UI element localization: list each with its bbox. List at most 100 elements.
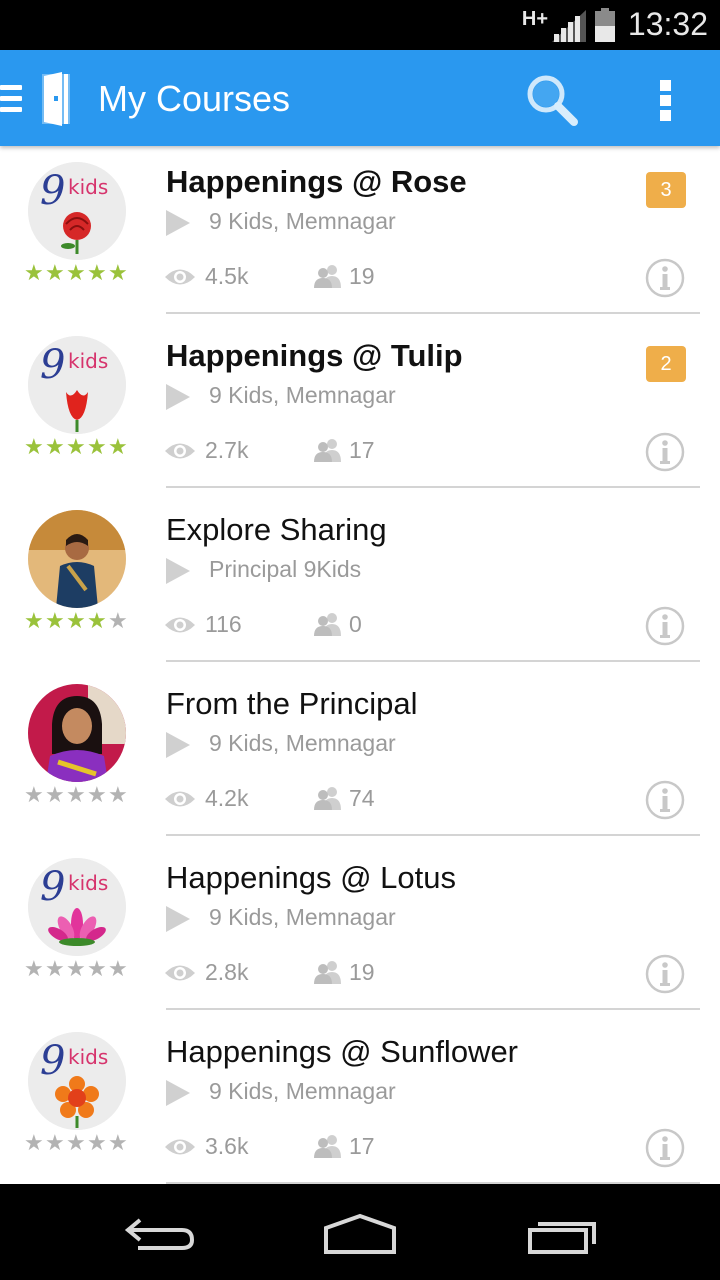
view-count: 4.5k [205,263,249,289]
course-title: From the Principal [166,686,418,721]
member-count: 19 [349,959,375,985]
info-icon[interactable] [645,606,685,646]
course-list-item[interactable]: 9 kids ★ ★ ★ ★ ★ Happenings @ Lotus 9 Kids, Memn… [0,842,720,1016]
back-icon[interactable] [124,1214,196,1254]
star-icon: ★ [24,434,44,459]
member-count: 17 [349,1133,375,1159]
rating-stars: ★ ★ ★ ★ ★ [24,608,129,634]
star-icon: ★ [108,956,128,981]
member-count: 17 [349,437,375,463]
star-icon: ★ [66,1130,86,1155]
course-title: Explore Sharing [166,512,387,547]
members-icon [314,613,341,636]
row-divider [166,834,700,836]
drawer-menu-icon[interactable] [0,85,22,113]
star-icon: ★ [108,1130,128,1155]
course-thumbnail [28,510,126,608]
members-icon [314,787,341,810]
course-title: Happenings @ Lotus [166,860,456,895]
star-icon: ★ [66,782,86,807]
course-list-item[interactable]: 9 kids ★ ★ ★ ★ ★ Happenings @ Rose 9 Kids, Memna… [0,146,720,320]
row-divider [166,312,700,314]
star-icon: ★ [66,434,86,459]
network-type: H+ [521,8,548,30]
course-thumbnail [28,684,126,782]
course-author: 9 Kids, Memnagar [209,904,396,930]
course-title: Happenings @ Tulip [166,338,463,373]
search-icon[interactable] [522,72,582,128]
eye-icon [165,1139,195,1155]
play-icon [166,1080,190,1106]
star-icon: ★ [108,434,128,459]
rating-stars: ★ ★ ★ ★ ★ [24,434,129,460]
members-icon [314,1135,341,1158]
clock: 13:32 [627,6,708,42]
course-list-item[interactable]: 9 kids ★ ★ ★ ★ ★ Happenings @ Tulip 9 Kids, Memn… [0,320,720,494]
battery-icon [595,8,615,42]
course-list-item[interactable]: 9 kids ★ ★ ★ ★ ★ Happenings @ Sunflower 9 Kids, … [0,1016,720,1190]
course-thumbnail: 9 kids [28,1032,126,1130]
eye-icon [165,443,195,459]
star-icon: ★ [24,260,44,285]
info-icon[interactable] [645,432,685,472]
course-author: 9 Kids, Memnagar [209,382,396,408]
svg-text:kids: kids [68,349,108,373]
star-icon: ★ [45,782,65,807]
course-title: Happenings @ Sunflower [166,1034,519,1069]
view-count: 2.7k [205,437,249,463]
course-author: 9 Kids, Memnagar [209,1078,396,1104]
row-divider [166,660,700,662]
svg-text:kids: kids [68,175,108,199]
course-list-item[interactable]: ★ ★ ★ ★ ★ Explore Sharing Principal 9Kids 116 0 [0,494,720,668]
info-icon[interactable] [645,258,685,298]
unread-badge: 2 [646,346,686,382]
info-icon[interactable] [645,780,685,820]
star-icon: ★ [24,956,44,981]
view-count: 116 [205,611,242,637]
star-icon: ★ [108,782,128,807]
course-author: 9 Kids, Memnagar [209,730,396,756]
members-icon [314,961,341,984]
row-divider [166,486,700,488]
member-count: 19 [349,263,375,289]
svg-text:9: 9 [40,168,65,214]
member-count: 74 [349,785,375,811]
status-bar: H+ 13:32 [0,0,720,50]
info-icon[interactable] [645,954,685,994]
svg-text:9: 9 [40,1038,65,1084]
rating-stars: ★ ★ ★ ★ ★ [24,1130,129,1156]
eye-icon [165,617,195,633]
view-count: 2.8k [205,959,249,985]
star-icon: ★ [45,260,65,285]
play-icon [166,732,190,758]
star-icon: ★ [24,608,44,633]
course-list-item[interactable]: ★ ★ ★ ★ ★ From the Principal 9 Kids, Memnagar 4… [0,668,720,842]
app-logo-icon[interactable] [40,70,72,128]
star-icon: ★ [108,260,128,285]
info-icon[interactable] [645,1128,685,1168]
svg-text:9: 9 [40,864,65,910]
unread-badge: 3 [646,172,686,208]
star-icon: ★ [45,1130,65,1155]
home-icon[interactable] [322,1212,398,1256]
view-count: 4.2k [205,785,249,811]
svg-text:kids: kids [68,871,108,895]
play-icon [166,906,190,932]
course-list: 9 kids ★ ★ ★ ★ ★ Happenings @ Rose 9 Kids, Memna… [0,146,720,1190]
star-icon: ★ [24,782,44,807]
course-thumbnail: 9 kids [28,162,126,260]
system-nav-bar [0,1184,720,1280]
recent-apps-icon[interactable] [524,1214,600,1254]
star-icon: ★ [45,956,65,981]
star-icon: ★ [87,1130,107,1155]
course-thumbnail: 9 kids [28,858,126,956]
star-icon: ★ [87,956,107,981]
overflow-menu-icon[interactable] [656,80,674,122]
app-bar: My Courses [0,50,720,146]
star-icon: ★ [66,956,86,981]
members-icon [314,265,341,288]
star-icon: ★ [87,434,107,459]
star-icon: ★ [87,608,107,633]
page-title: My Courses [98,78,291,119]
star-icon: ★ [45,434,65,459]
